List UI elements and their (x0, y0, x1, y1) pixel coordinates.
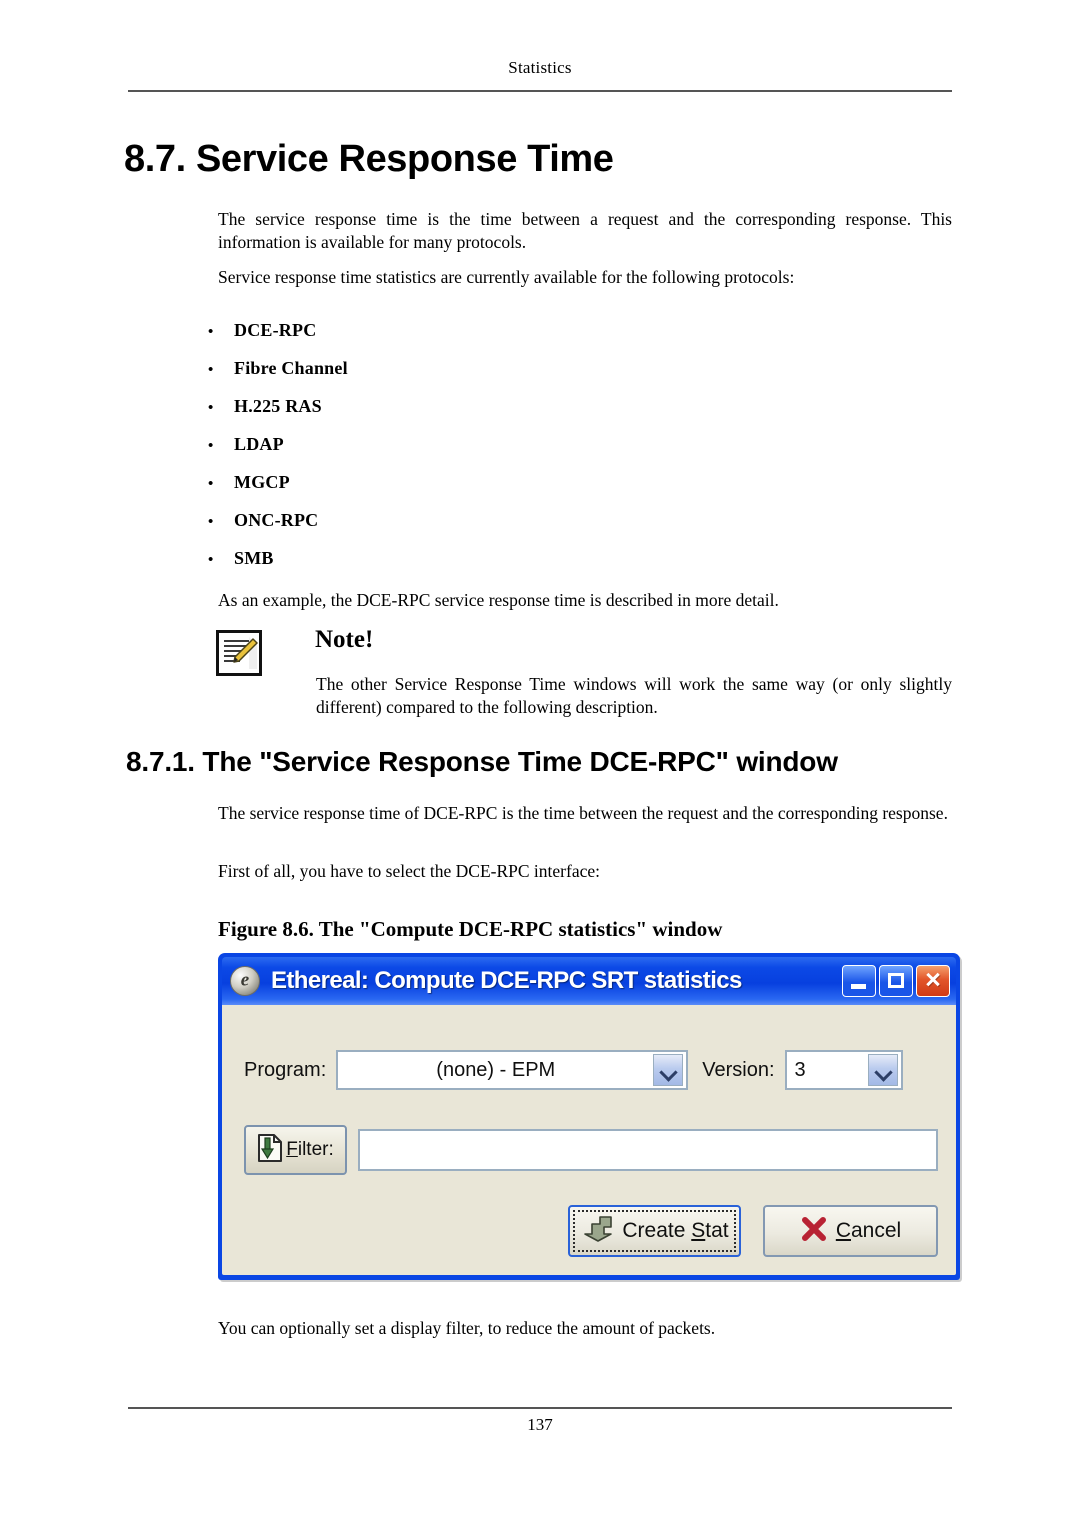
bullet-icon: • (208, 514, 214, 530)
note-body-paragraph: The other Service Response Time windows … (316, 674, 952, 717)
program-version-row: Program: (none) - EPM Version: 3 (244, 1050, 938, 1090)
page-number: 137 (527, 1415, 553, 1434)
create-stat-button[interactable]: Create Stat (568, 1205, 741, 1257)
bullet-icon: • (208, 476, 214, 492)
create-stat-label-pre: Create (622, 1219, 692, 1242)
list-item: • DCE-RPC (208, 320, 708, 358)
list-item: • MGCP (208, 472, 708, 510)
header-divider (128, 90, 952, 92)
chevron-down-icon[interactable] (867, 1054, 898, 1086)
maximize-icon[interactable] (879, 965, 913, 997)
filter-page-arrow-icon (257, 1133, 283, 1168)
running-header: Statistics (508, 58, 572, 77)
close-icon[interactable] (916, 965, 950, 997)
list-item: • Fibre Channel (208, 358, 708, 396)
dialog-title: Ethereal: Compute DCE-RPC SRT statistics (271, 967, 742, 994)
cancel-button[interactable]: Cancel (763, 1205, 938, 1257)
cancel-label: Cancel (836, 1219, 901, 1243)
filter-row: Filter: (244, 1125, 938, 1175)
dialog-titlebar[interactable]: Ethereal: Compute DCE-RPC SRT statistics (222, 957, 956, 1005)
closing-paragraph: You can optionally set a display filter,… (218, 1318, 716, 1338)
program-label: Program: (244, 1058, 327, 1081)
note-pad-pencil-icon (216, 630, 262, 676)
protocols-list: • DCE-RPC • Fibre Channel • H.225 RAS • … (208, 320, 708, 586)
create-stat-label-post: tat (705, 1219, 729, 1242)
bullet-icon: • (208, 552, 214, 568)
create-stat-label: Create Stat (622, 1219, 728, 1243)
version-selected-value: 3 (794, 1058, 806, 1081)
cancel-x-icon (800, 1216, 828, 1247)
list-item-label: MGCP (234, 472, 290, 492)
list-item-label: DCE-RPC (234, 320, 317, 340)
bullet-icon: • (208, 438, 214, 454)
minimize-icon[interactable] (842, 965, 876, 997)
create-stat-arrow-icon (580, 1215, 614, 1248)
create-stat-accel-key: S (691, 1219, 706, 1242)
chevron-down-icon[interactable] (653, 1054, 684, 1086)
filter-input[interactable] (358, 1129, 938, 1171)
list-item-label: Fibre Channel (234, 358, 348, 378)
list-item: • H.225 RAS (208, 396, 708, 434)
bullet-icon: • (208, 400, 214, 416)
filter-accel-key: F (286, 1139, 298, 1160)
list-item-label: H.225 RAS (234, 396, 322, 416)
figure-caption: Figure 8.6. The "Compute DCE-RPC statist… (218, 917, 723, 941)
window-controls (842, 965, 950, 997)
filter-label-rest: ilter: (297, 1139, 334, 1160)
list-item-label: ONC-RPC (234, 510, 319, 530)
program-combobox[interactable]: (none) - EPM (336, 1050, 689, 1090)
version-combobox[interactable]: 3 (784, 1050, 903, 1090)
list-item-label: LDAP (234, 434, 284, 454)
page-title: 8.7. Service Response Time (124, 138, 614, 180)
ethereal-compute-dce-rpc-srt-dialog: Ethereal: Compute DCE-RPC SRT statistics… (218, 953, 960, 1280)
bullet-icon: • (208, 324, 214, 340)
select-interface-paragraph: First of all, you have to select the DCE… (218, 861, 600, 881)
program-selected-value: (none) - EPM (436, 1058, 556, 1081)
cancel-accel-key: C (835, 1219, 851, 1242)
list-item: • ONC-RPC (208, 510, 708, 548)
list-item: • SMB (208, 548, 708, 586)
filter-button-label: Filter: (286, 1139, 334, 1161)
cancel-label-post: ancel (850, 1219, 902, 1242)
note-title: Note! (315, 626, 374, 653)
section-heading-8-7-1: 8.7.1. The "Service Response Time DCE-RP… (126, 746, 838, 777)
list-item: • LDAP (208, 434, 708, 472)
dialog-action-buttons: Create Stat Cancel (568, 1205, 938, 1257)
bullet-icon: • (208, 362, 214, 378)
protocols-lead-paragraph: Service response time statistics are cur… (218, 267, 795, 287)
intro-paragraph: The service response time is the time be… (218, 209, 952, 252)
filter-button[interactable]: Filter: (244, 1125, 347, 1175)
version-label: Version: (702, 1058, 775, 1081)
footer-divider (128, 1407, 952, 1409)
ethereal-logo-icon (230, 966, 260, 996)
dialog-body: Program: (none) - EPM Version: 3 Filter:… (222, 1005, 956, 1275)
example-paragraph: As an example, the DCE-RPC service respo… (218, 590, 779, 610)
dce-rpc-srt-paragraph: The service response time of DCE-RPC is … (218, 803, 948, 823)
list-item-label: SMB (234, 548, 274, 568)
